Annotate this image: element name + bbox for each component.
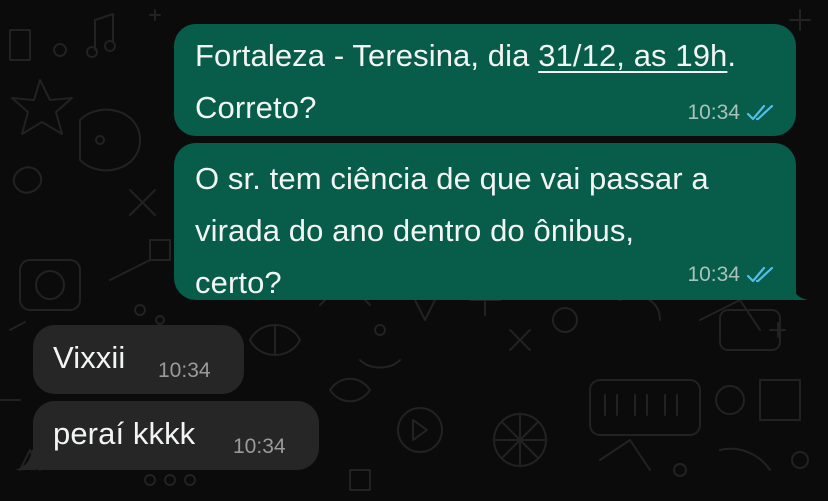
message-text: Fortaleza - Teresina, dia 31/12, as 19h.… — [195, 30, 736, 134]
message-time: 10:34 — [687, 263, 740, 286]
date-link[interactable]: 31/12, as 19h — [538, 38, 727, 73]
message-meta: 10:34 — [158, 359, 211, 383]
double-check-icon — [746, 266, 774, 283]
double-check-icon — [746, 104, 774, 121]
message-meta: 10:34 — [687, 263, 776, 287]
incoming-message-bubble[interactable]: peraí kkkk 10:34 — [33, 401, 319, 470]
message-meta: 10:34 — [233, 435, 286, 459]
message-text: O sr. tem ciência de que vai passar a vi… — [195, 161, 709, 300]
bubble-tail — [14, 450, 36, 470]
message-time: 10:34 — [687, 101, 740, 124]
message-text: peraí kkkk — [53, 416, 196, 451]
outgoing-message-bubble[interactable]: Fortaleza - Teresina, dia 31/12, as 19h.… — [174, 24, 796, 136]
message-text: Vixxii — [53, 340, 126, 375]
message-meta: 10:34 — [687, 101, 776, 125]
message-time: 10:34 — [158, 359, 211, 382]
message-time: 10:34 — [233, 435, 286, 458]
outgoing-message-bubble[interactable]: O sr. tem ciência de que vai passar a vi… — [174, 143, 796, 300]
bubble-tail — [786, 280, 808, 300]
message-text-part: Fortaleza - Teresina, dia — [195, 38, 539, 73]
incoming-message-bubble[interactable]: Vixxii 10:34 — [33, 325, 244, 394]
